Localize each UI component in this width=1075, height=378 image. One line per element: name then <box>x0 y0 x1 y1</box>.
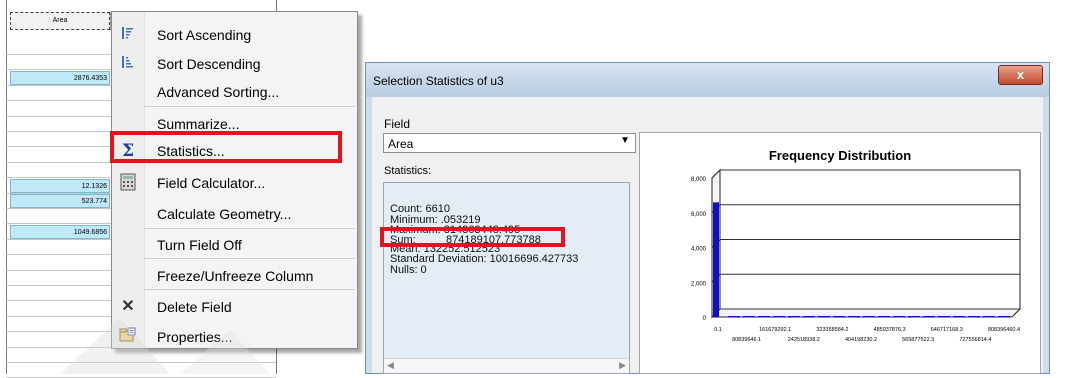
menu-item-advanced-sorting[interactable]: Advanced Sorting... <box>112 77 357 107</box>
x-tick-label: 404198230.2 <box>845 337 877 343</box>
menu-item-label: Turn Field Off <box>157 237 242 253</box>
dialog-titlebar[interactable]: Selection Statistics of u3 x <box>366 63 1049 97</box>
area-cell[interactable] <box>10 55 110 69</box>
menu-separator <box>145 228 355 229</box>
menu-separator <box>145 106 355 107</box>
x-tick-label: 485037876.3 <box>874 327 906 333</box>
horizontal-scrollbar[interactable]: ◀ ▶ <box>384 358 629 373</box>
area-cell[interactable] <box>10 117 110 131</box>
menu-item-label: Calculate Geometry... <box>157 206 292 222</box>
stat-nulls: Nulls: 0 <box>390 264 427 276</box>
menu-item-label: Summarize... <box>157 116 240 132</box>
x-tick-label: 242518938.2 <box>788 337 820 343</box>
sort-descending-icon <box>118 54 138 74</box>
menu-item-label: Advanced Sorting... <box>157 84 280 100</box>
frequency-bar <box>998 316 1010 317</box>
frequency-bar <box>848 316 860 317</box>
sum-highlight-box <box>380 227 565 247</box>
field-label: Field <box>384 117 411 131</box>
area-cell[interactable] <box>10 271 110 285</box>
area-cell[interactable] <box>10 40 110 54</box>
menu-item-label: Sort Descending <box>157 56 261 72</box>
frequency-bar <box>968 316 980 317</box>
x-tick-label: 0.1 <box>714 327 722 333</box>
frequency-bar <box>758 316 770 317</box>
y-tick-label: 2,000 <box>691 281 707 287</box>
frequency-bar <box>938 316 950 317</box>
frequency-bar <box>863 316 875 317</box>
watermark-graphic <box>60 318 270 374</box>
menu-item-calculate-geometry[interactable]: Calculate Geometry... <box>112 199 357 229</box>
frequency-bar <box>728 316 740 317</box>
scroll-left-icon[interactable]: ◀ <box>387 360 394 371</box>
x-tick-label: 80839646.1 <box>732 337 761 343</box>
x-tick-label: 727556814.4 <box>959 337 991 343</box>
x-tick-label: 323358584.2 <box>816 327 848 333</box>
frequency-bar <box>788 316 800 317</box>
menu-item-sort-ascending[interactable]: Sort Ascending <box>112 20 357 50</box>
chart-title: Frequency Distribution <box>769 148 911 163</box>
menu-item-sort-descending[interactable]: Sort Descending <box>112 49 357 79</box>
menu-item-label: Sort Ascending <box>157 27 252 43</box>
frequency-chart: Frequency Distribution 0 2,000 4,000 6,000 8,… <box>691 148 1022 343</box>
frequency-bar <box>773 316 785 317</box>
x-tick-label: 808396460.4 <box>988 327 1020 333</box>
area-cell[interactable]: 523.774 <box>10 194 110 208</box>
dialog-title: Selection Statistics of u3 <box>373 74 504 88</box>
y-tick-label: 0 <box>703 316 707 322</box>
area-cell[interactable] <box>10 102 110 116</box>
field-context-menu: Sort Ascending Sort Descending Advanced … <box>111 11 358 349</box>
area-cell[interactable] <box>10 148 110 162</box>
chart-floor <box>710 308 1022 318</box>
column-header-area[interactable]: Area <box>10 12 110 30</box>
frequency-bar <box>803 316 815 317</box>
area-cell[interactable] <box>10 209 110 223</box>
y-tick-label: 6,000 <box>691 212 707 218</box>
frequency-bar <box>953 316 965 317</box>
sort-ascending-icon <box>118 25 138 45</box>
area-cell[interactable]: 2876.4353 <box>10 70 110 85</box>
area-cell[interactable] <box>10 163 110 177</box>
frequency-bar <box>878 316 890 317</box>
x-tick-label: 161679292.1 <box>759 327 791 333</box>
frequency-bar <box>983 316 995 317</box>
statistics-label: Statistics: <box>384 165 432 177</box>
menu-item-field-calculator[interactable]: Field Calculator... <box>112 168 357 198</box>
area-cell[interactable] <box>10 286 110 300</box>
statistics-highlight-box <box>110 131 342 163</box>
calculator-icon <box>118 173 138 193</box>
frequency-bar <box>893 316 905 317</box>
scroll-right-icon[interactable]: ▶ <box>619 360 626 371</box>
x-tick-label: 565877522.3 <box>902 337 934 343</box>
menu-separator <box>145 289 355 290</box>
statistics-box[interactable]: Count: 6610 Minimum: .053219 Maximum: 81… <box>383 182 630 374</box>
frequency-bar <box>908 316 920 317</box>
menu-item-label: Freeze/Unfreeze Column <box>157 268 314 284</box>
close-button[interactable]: x <box>998 65 1043 85</box>
area-cell[interactable] <box>10 86 110 100</box>
frequency-bar <box>818 316 830 317</box>
menu-item-freeze-unfreeze[interactable]: Freeze/Unfreeze Column <box>112 261 357 291</box>
menu-item-label: Field Calculator... <box>157 175 266 191</box>
frequency-bar <box>923 316 935 317</box>
area-cell[interactable] <box>10 132 110 146</box>
selection-statistics-dialog: Selection Statistics of u3 x Field Area … <box>365 62 1050 374</box>
x-tick-label: 646717168.3 <box>931 327 963 333</box>
area-cell[interactable]: 12.1326 <box>10 178 110 193</box>
menu-item-turn-field-off[interactable]: Turn Field Off <box>112 230 357 260</box>
field-dropdown[interactable]: Area ▼ <box>383 133 636 153</box>
area-cell[interactable]: 1049.6856 <box>10 224 110 239</box>
y-tick-label: 4,000 <box>691 247 707 253</box>
field-dropdown-value: Area <box>388 137 414 151</box>
y-tick-label: 8,000 <box>691 177 707 183</box>
frequency-chart-panel: Frequency Distribution 0 2,000 4,000 6,000 8,… <box>639 132 1041 374</box>
area-cell[interactable] <box>10 240 110 254</box>
chevron-down-icon: ▼ <box>620 135 630 146</box>
frequency-bar <box>833 316 845 317</box>
menu-separator <box>145 258 355 259</box>
area-cell[interactable] <box>10 256 110 270</box>
frequency-bar <box>713 202 719 317</box>
frequency-bar <box>743 316 755 317</box>
